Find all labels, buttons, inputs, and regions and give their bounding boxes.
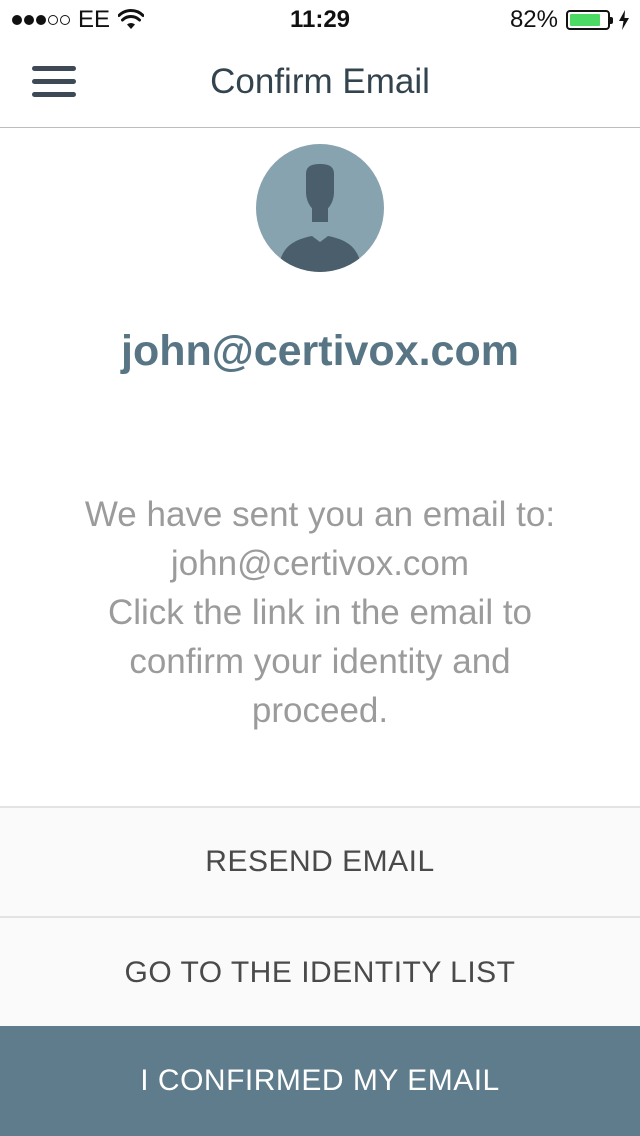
message-line: john@certivox.com bbox=[170, 544, 470, 583]
status-right: 82% bbox=[510, 6, 630, 34]
user-email: john@certivox.com bbox=[121, 327, 519, 375]
message-line: proceed. bbox=[251, 691, 389, 730]
navigation-bar: Confirm Email bbox=[0, 40, 640, 128]
battery-fill bbox=[570, 14, 600, 26]
message-line: We have sent you an email to: bbox=[84, 495, 556, 534]
confirmation-message: We have sent you an email to: john@certi… bbox=[40, 490, 600, 735]
identity-list-button[interactable]: GO TO THE IDENTITY LIST bbox=[0, 916, 640, 1027]
resend-email-button[interactable]: RESEND EMAIL bbox=[0, 806, 640, 916]
battery-percent: 82% bbox=[509, 6, 558, 33]
message-line: Click the link in the email to bbox=[107, 593, 533, 632]
status-bar: EE 11:29 82% bbox=[0, 0, 640, 40]
avatar bbox=[256, 144, 384, 272]
confirmed-email-button[interactable]: I CONFIRMED MY EMAIL bbox=[0, 1026, 640, 1136]
user-silhouette-icon bbox=[278, 164, 362, 272]
charging-bolt-icon bbox=[619, 10, 629, 30]
page-title: Confirm Email bbox=[210, 62, 430, 101]
message-line: confirm your identity and bbox=[129, 642, 511, 681]
battery-icon bbox=[566, 10, 613, 30]
